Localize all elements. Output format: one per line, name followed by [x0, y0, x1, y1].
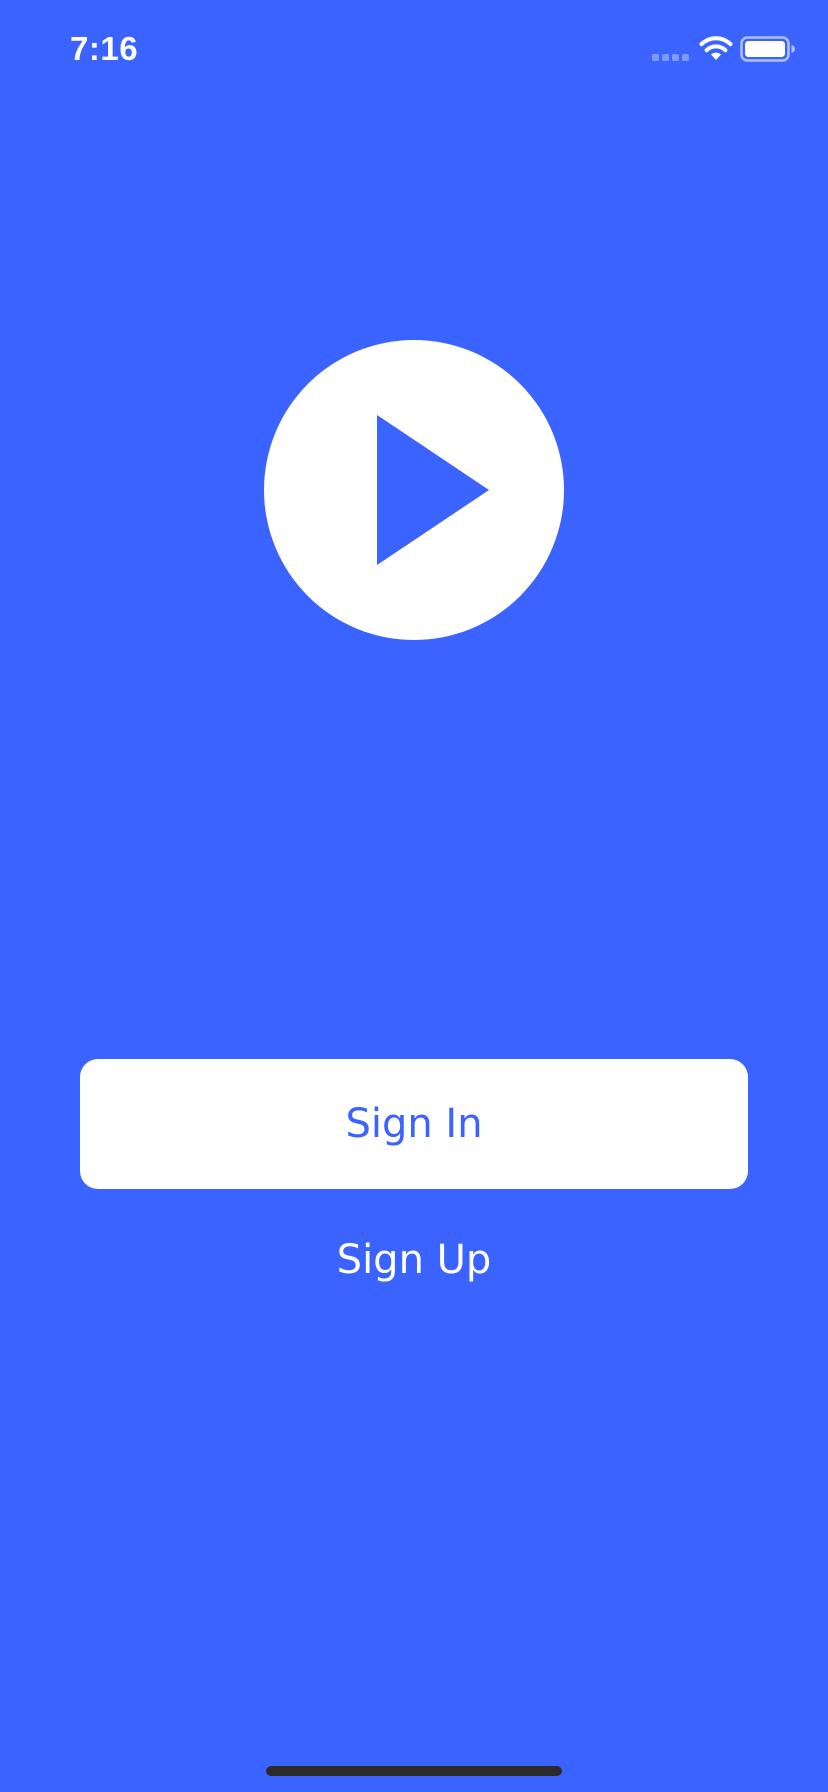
wifi-icon	[699, 36, 733, 60]
home-indicator	[266, 1766, 562, 1776]
play-circle-icon	[264, 340, 564, 640]
battery-icon	[740, 36, 795, 62]
sign-in-button[interactable]: Sign In	[80, 1059, 748, 1189]
sign-up-button[interactable]: Sign Up	[264, 1222, 564, 1298]
status-time: 7:16	[70, 30, 139, 67]
status-bar: 7:16	[0, 0, 828, 100]
sign-up-label: Sign Up	[336, 1237, 492, 1283]
sign-in-label: Sign In	[345, 1101, 483, 1147]
cellular-signal-icon	[652, 54, 689, 61]
